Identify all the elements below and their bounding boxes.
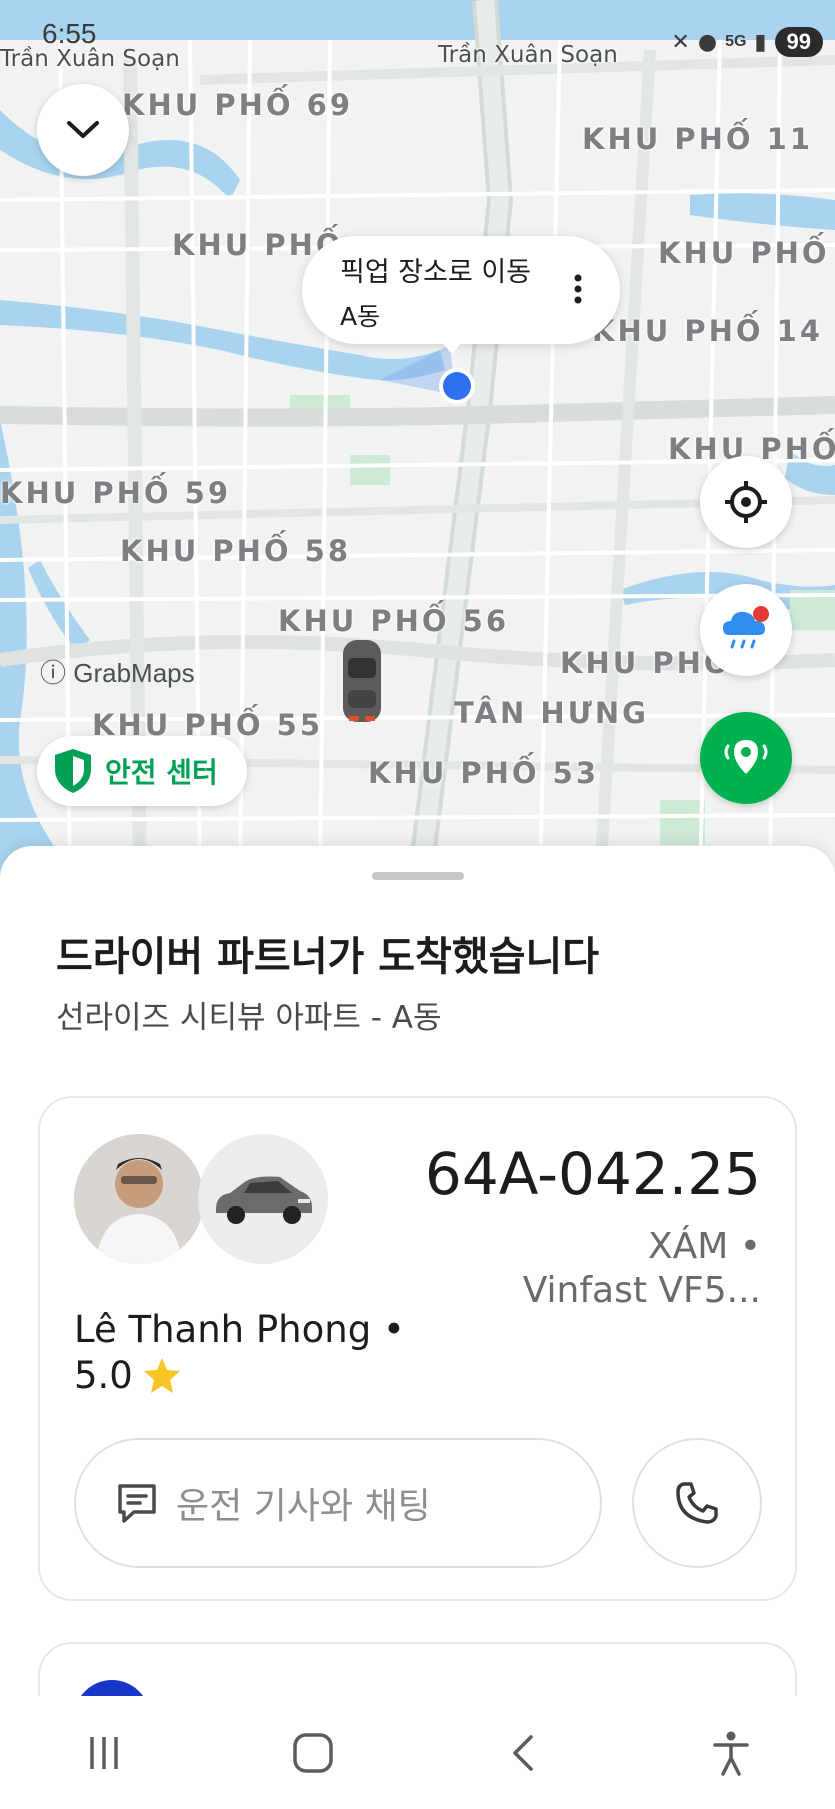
more-options-icon[interactable]	[574, 274, 582, 304]
trip-status-title: 드라이버 파트너가 도착했습니다	[56, 934, 600, 980]
vehicle-model: Vinfast VF5...	[522, 1270, 761, 1311]
map-area-label: KHU PHỐ 69	[122, 88, 354, 122]
star-icon	[143, 1357, 180, 1393]
driver-name: Lê Thanh Phong •	[74, 1308, 405, 1351]
driver-info-card: 64A-042.25 XÁM • Vinfast VF5... Lê Thanh…	[38, 1096, 797, 1601]
location-icon: ●	[697, 29, 718, 55]
map-area-label: KHU PHỐ 53	[368, 756, 600, 790]
map-area-label: KHU PHỐ 58	[120, 534, 352, 568]
driver-rating-value: 5.0	[74, 1354, 133, 1397]
pickup-location-text: 선라이즈 시티뷰 아파트 - A동	[56, 1000, 442, 1036]
accessibility-button[interactable]	[671, 1713, 791, 1793]
shield-icon	[55, 749, 91, 793]
trip-status-sheet: 드라이버 파트너가 도착했습니다 선라이즈 시티뷰 아파트 - A동 64A-0…	[0, 846, 835, 1762]
vehicle-color: XÁM •	[647, 1226, 761, 1267]
license-plate: 64A-042.25	[424, 1140, 761, 1208]
weather-rain-icon	[723, 606, 769, 649]
chat-with-driver-button[interactable]: 운전 기사와 채팅	[74, 1438, 602, 1568]
driver-rating: 5.0	[74, 1354, 183, 1397]
signal-icon: ▮	[754, 29, 767, 55]
back-icon	[513, 1734, 533, 1771]
phone-icon	[676, 1482, 718, 1524]
system-navigation-bar	[0, 1696, 835, 1809]
home-button[interactable]	[253, 1713, 373, 1793]
mute-icon: ✕	[671, 29, 690, 55]
accessibility-icon	[712, 1731, 749, 1776]
safety-pin-icon	[724, 740, 768, 774]
chat-icon	[118, 1484, 156, 1523]
sheet-drag-handle[interactable]	[372, 872, 464, 880]
map-area-label: KHU PHỐ 56	[278, 604, 510, 638]
info-icon: ⓘ	[40, 658, 74, 688]
weather-button[interactable]	[700, 584, 792, 676]
status-time: 6:55	[42, 18, 97, 49]
driver-car-marker	[343, 640, 381, 722]
car-icon	[216, 1176, 312, 1224]
network-label: 5G	[725, 33, 747, 50]
driver-avatar[interactable]	[74, 1134, 204, 1264]
safety-center-label: 안전 센터	[105, 756, 218, 789]
battery-indicator: 99	[774, 27, 823, 57]
vehicle-photo	[198, 1134, 328, 1264]
locate-icon	[725, 481, 767, 523]
collapse-button[interactable]	[37, 84, 129, 176]
home-icon	[293, 1732, 333, 1773]
recent-apps-button[interactable]	[44, 1713, 164, 1793]
pickup-bubble-pointer	[440, 340, 464, 354]
pickup-bubble[interactable]: 픽업 장소로 이동 A동	[302, 236, 620, 344]
recent-apps-icon	[90, 1736, 119, 1769]
map-area-label: KHU PHỐ 11	[582, 122, 814, 156]
back-button[interactable]	[462, 1713, 582, 1793]
call-driver-button[interactable]	[632, 1438, 762, 1568]
map-street-label: Trần Xuân Soạn	[438, 42, 618, 68]
map-area-label: KHU PHỐ 59	[0, 476, 232, 510]
chat-placeholder: 운전 기사와 채팅	[176, 1486, 431, 1527]
locate-button[interactable]	[700, 456, 792, 548]
map-area-label: KHU PHỐ 14	[592, 314, 824, 348]
status-icons: ✕ ● 5G ▮ 99	[671, 20, 823, 64]
grabmaps-attribution: ⓘ GrabMaps	[40, 658, 195, 688]
safety-share-button[interactable]	[700, 712, 792, 804]
map-area-label: TÂN HƯNG	[454, 696, 649, 730]
chevron-down-icon	[67, 121, 99, 138]
map-area-label: KHU PHỐ	[658, 236, 830, 270]
safety-center-button[interactable]: 안전 센터	[37, 736, 247, 806]
